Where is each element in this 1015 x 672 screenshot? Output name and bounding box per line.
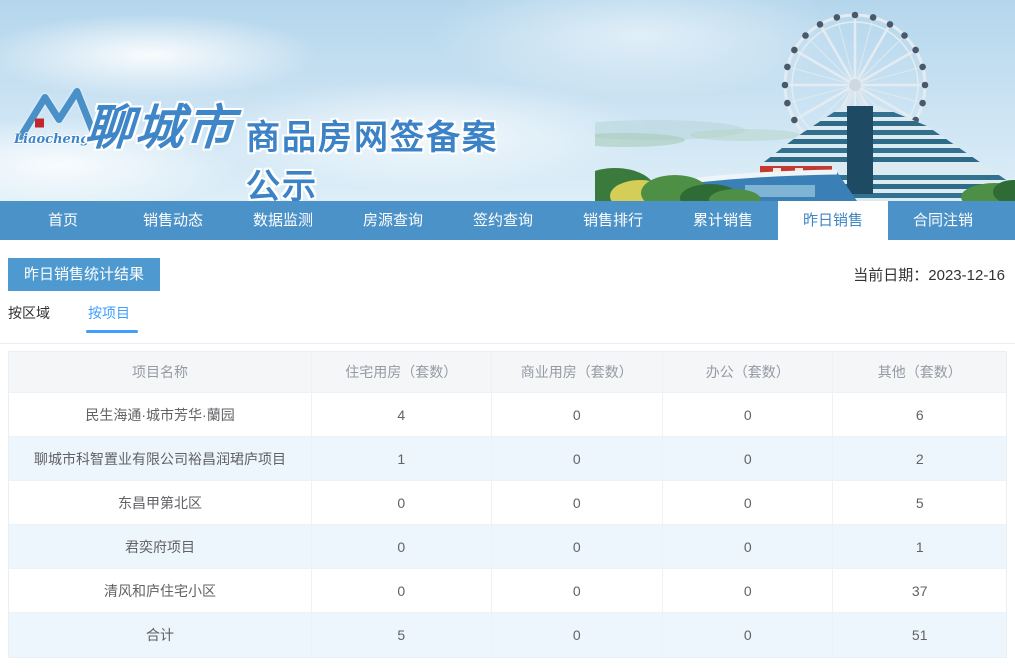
cell-project-name: 清风和庐住宅小区 (104, 582, 217, 599)
cell-project-name: 民生海通·城市芳华·蘭园 (85, 406, 235, 423)
nav-item-home[interactable]: 首页 (8, 201, 118, 240)
cell-office: 0 (662, 569, 832, 612)
cell-office: 0 (662, 437, 832, 480)
nav-item-contract-cancellation[interactable]: 合同注销 (888, 201, 998, 240)
col-header-office: 办公（套数） (662, 352, 832, 392)
site-title: 商品房网签备案公示 (246, 119, 498, 201)
table-row: 东昌甲第北区 0 0 0 5 (9, 481, 1006, 525)
cell-residential-total: 5 (311, 613, 490, 657)
cityscape-photo (595, 11, 1015, 201)
tab-by-district[interactable]: 按区域 (8, 299, 50, 327)
cell-other: 37 (832, 569, 1005, 612)
col-header-other: 其他（套数） (832, 352, 1005, 392)
city-name: 聊城市 (83, 102, 238, 155)
cell-commercial: 0 (490, 393, 662, 436)
active-tab-underline (86, 330, 138, 333)
cell-residential: 0 (311, 481, 490, 524)
section-header: 昨日销售统计结果 当前日期：2023-12-16 (0, 240, 1015, 291)
nav-item-listing-query[interactable]: 房源查询 (338, 201, 448, 240)
cell-residential: 0 (311, 569, 490, 612)
col-header-residential: 住宅用房（套数） (311, 352, 490, 392)
cell-commercial: 0 (490, 481, 662, 524)
cell-other: 2 (832, 437, 1005, 480)
cell-office-total: 0 (662, 613, 832, 657)
logo-link[interactable]: Liaocheng 聊城市 商品房网签备案公示 (0, 40, 510, 201)
cell-other-total: 51 (832, 613, 1005, 657)
cell-office: 0 (662, 481, 832, 524)
nav-item-sales-activity[interactable]: 销售动态 (118, 201, 228, 240)
main-content: 昨日销售统计结果 当前日期：2023-12-16 按区域 按项目 项目名称 住宅… (0, 240, 1015, 658)
tab-by-project[interactable]: 按项目 (88, 299, 130, 327)
site-banner: Liaocheng 聊城市 商品房网签备案公示 (0, 0, 1015, 201)
table-header-row: 项目名称 住宅用房（套数） 商业用房（套数） 办公（套数） 其他（套数） (9, 352, 1006, 393)
nav-item-sales-ranking[interactable]: 销售排行 (558, 201, 668, 240)
table-row: 君奕府项目 0 0 0 1 (9, 525, 1006, 569)
cell-residential: 4 (311, 393, 490, 436)
cell-other: 1 (832, 525, 1005, 568)
table-row: 清风和庐住宅小区 0 0 0 37 (9, 569, 1006, 613)
subtab-bar: 按区域 按项目 (0, 291, 1015, 344)
col-header-project-name: 项目名称 (132, 364, 189, 380)
cell-residential: 0 (311, 525, 490, 568)
nav-item-yesterday-sales[interactable]: 昨日销售 (778, 201, 888, 240)
sales-table: 项目名称 住宅用房（套数） 商业用房（套数） 办公（套数） 其他（套数） 民生海… (8, 351, 1007, 658)
nav-item-cumulative-sales[interactable]: 累计销售 (668, 201, 778, 240)
page-title: 昨日销售统计结果 (8, 258, 161, 291)
cell-commercial: 0 (490, 569, 662, 612)
table-row: 聊城市科智置业有限公司裕昌润珺庐项目 1 0 0 2 (9, 437, 1006, 481)
cell-office: 0 (662, 393, 832, 436)
current-date: 当前日期：2023-12-16 (853, 267, 1005, 284)
cell-residential: 1 (311, 437, 490, 480)
col-header-commercial: 商业用房（套数） (490, 352, 662, 392)
cell-commercial: 0 (490, 437, 662, 480)
cell-other: 5 (832, 481, 1005, 524)
cell-project-name: 东昌甲第北区 (118, 494, 203, 511)
cell-commercial-total: 0 (490, 613, 662, 657)
cell-commercial: 0 (490, 525, 662, 568)
main-nav: 首页 销售动态 数据监测 房源查询 签约查询 销售排行 累计销售 昨日销售 合同… (0, 201, 1015, 240)
cell-total-label: 合计 (146, 627, 175, 643)
cell-project-name: 君奕府项目 (125, 538, 196, 555)
cell-other: 6 (832, 393, 1005, 436)
cell-office: 0 (662, 525, 832, 568)
table-row: 民生海通·城市芳华·蘭园 4 0 0 6 (9, 393, 1006, 437)
table-total-row: 合计 5 0 0 51 (9, 613, 1006, 657)
nav-item-data-monitoring[interactable]: 数据监测 (228, 201, 338, 240)
nav-item-contract-query[interactable]: 签约查询 (448, 201, 558, 240)
cell-project-name: 聊城市科智置业有限公司裕昌润珺庐项目 (34, 450, 287, 467)
